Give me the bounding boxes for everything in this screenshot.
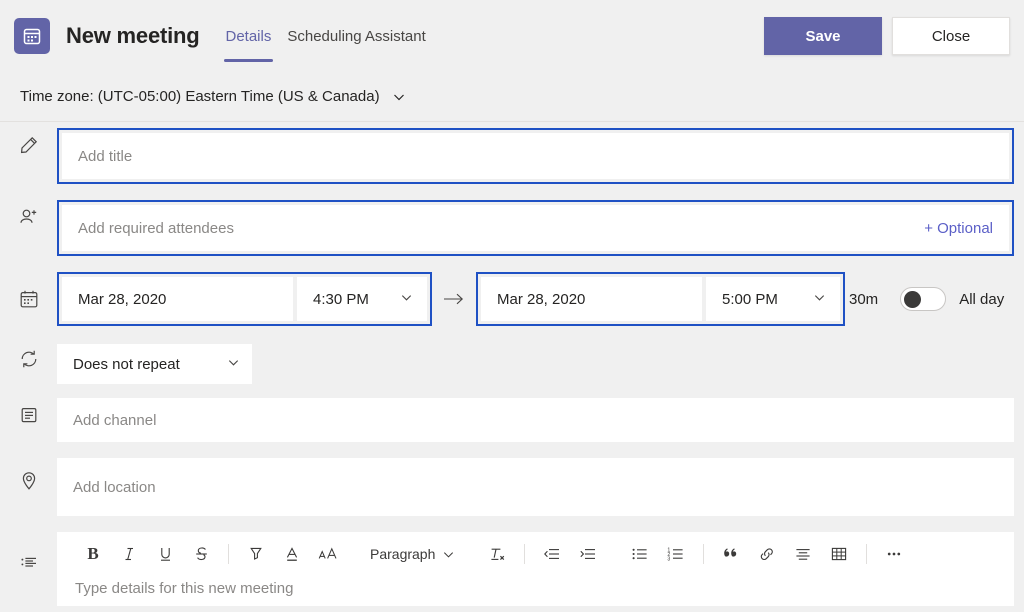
repeat-row: Does not repeat (0, 344, 1024, 384)
all-day-label: All day (959, 290, 1005, 308)
details-textarea[interactable]: Type details for this new meeting (57, 576, 1014, 606)
tab-scheduling-assistant-label: Scheduling Assistant (287, 27, 426, 45)
repeat-dropdown[interactable]: Does not repeat (57, 344, 252, 384)
details-list-icon (0, 532, 57, 574)
repeat-field-wrap: Does not repeat (57, 344, 1024, 384)
toolbar-divider (866, 544, 868, 564)
pencil-icon (0, 128, 57, 156)
channel-icon (0, 398, 57, 426)
calendar-icon (0, 288, 57, 310)
highlight-icon[interactable] (238, 538, 274, 570)
increase-indent-icon[interactable] (570, 538, 606, 570)
toolbar-divider (228, 544, 229, 564)
toolbar-divider (703, 544, 705, 564)
attendees-row: Add required attendees + Optional (0, 200, 1024, 256)
toggle-knob (904, 290, 922, 308)
title-focus-ring: Add title (57, 128, 1014, 184)
end-time-dropdown[interactable]: 5:00 PM (706, 277, 840, 321)
font-size-icon[interactable] (310, 538, 346, 570)
font-color-icon[interactable] (274, 538, 310, 570)
start-time-dropdown[interactable]: 4:30 PM (297, 277, 427, 321)
decrease-indent-icon[interactable] (534, 538, 570, 570)
more-options-icon[interactable] (876, 538, 912, 570)
new-meeting-window: New meeting Details Scheduling Assistant… (0, 0, 1024, 612)
chevron-down-icon (227, 356, 240, 373)
close-button[interactable]: Close (892, 17, 1010, 55)
formatting-toolbar: B Paragraph 1 2 3 (57, 532, 1014, 576)
quote-icon[interactable] (713, 538, 749, 570)
location-field-wrap: Add location (57, 458, 1024, 516)
tab-bar: Details Scheduling Assistant (218, 0, 434, 72)
details-row: B Paragraph 1 2 3 Type details for this … (0, 532, 1024, 606)
clear-formatting-icon[interactable] (479, 538, 515, 570)
title-placeholder: Add title (78, 147, 133, 165)
attendees-focus-ring: Add required attendees + Optional (57, 200, 1014, 256)
location-placeholder: Add location (73, 478, 156, 496)
channel-input[interactable]: Add channel (57, 398, 1014, 442)
page-title: New meeting (66, 23, 200, 48)
location-input[interactable]: Add location (57, 458, 1014, 516)
end-date-input[interactable]: Mar 28, 2020 (481, 277, 702, 321)
start-date-input[interactable]: Mar 28, 2020 (62, 277, 293, 321)
location-pin-icon (0, 458, 57, 492)
window-header: New meeting Details Scheduling Assistant… (0, 0, 1024, 72)
bulleted-list-icon[interactable] (622, 538, 658, 570)
attendees-placeholder: Add required attendees (78, 219, 234, 237)
link-icon[interactable] (749, 538, 785, 570)
duration-label: 30m (849, 290, 879, 308)
italic-icon[interactable] (111, 538, 147, 570)
tab-details[interactable]: Details (218, 0, 280, 72)
bold-icon[interactable]: B (75, 538, 111, 570)
svg-text:3: 3 (668, 556, 671, 562)
channel-row: Add channel (0, 398, 1024, 442)
all-day-toggle[interactable] (900, 287, 947, 311)
meeting-form: Add title Add required attendees + Optio… (0, 128, 1024, 606)
channel-placeholder: Add channel (73, 411, 157, 429)
table-icon[interactable] (821, 538, 857, 570)
start-datetime-group: Mar 28, 2020 4:30 PM (57, 272, 432, 326)
title-row: Add title (0, 128, 1024, 184)
start-time-value: 4:30 PM (313, 290, 369, 308)
rich-text-editor: B Paragraph 1 2 3 Type details for this … (57, 532, 1014, 606)
repeat-value: Does not repeat (73, 355, 180, 373)
end-time-value: 5:00 PM (722, 290, 778, 308)
title-input[interactable]: Add title (62, 133, 1009, 179)
tab-scheduling-assistant[interactable]: Scheduling Assistant (279, 0, 433, 72)
location-row: Add location (0, 458, 1024, 516)
paragraph-style-dropdown[interactable]: Paragraph (362, 538, 463, 570)
strikethrough-icon[interactable] (183, 538, 219, 570)
attendees-field-wrap: Add required attendees + Optional (57, 200, 1024, 256)
paragraph-label: Paragraph (370, 546, 436, 562)
attendees-input[interactable]: Add required attendees + Optional (62, 205, 1009, 251)
tab-details-label: Details (225, 27, 272, 45)
save-button[interactable]: Save (764, 17, 882, 55)
all-day-toggle-wrap: All day (900, 287, 1004, 311)
end-datetime-group: Mar 28, 2020 5:00 PM (476, 272, 845, 326)
toolbar-divider (524, 544, 526, 564)
timezone-label: Time zone: (UTC-05:00) Eastern Time (US … (20, 88, 380, 105)
numbered-list-icon[interactable]: 1 2 3 (658, 538, 694, 570)
bold-label: B (87, 544, 99, 563)
underline-icon[interactable] (147, 538, 183, 570)
chevron-down-icon[interactable] (392, 90, 406, 104)
title-field-wrap: Add title (57, 128, 1024, 184)
arrow-right-icon (432, 292, 476, 306)
add-optional-attendees-link[interactable]: + Optional (924, 220, 993, 237)
chevron-down-icon (400, 291, 413, 308)
datetime-controls: Mar 28, 2020 4:30 PM Mar 28, 2020 5:00 P… (57, 272, 1024, 326)
details-field-wrap: B Paragraph 1 2 3 Type details for this … (57, 532, 1024, 606)
add-person-icon (0, 200, 57, 228)
align-icon[interactable] (785, 538, 821, 570)
timezone-bar[interactable]: Time zone: (UTC-05:00) Eastern Time (US … (0, 72, 1024, 122)
details-placeholder: Type details for this new meeting (75, 580, 294, 597)
calendar-app-icon (14, 18, 50, 54)
chevron-down-icon (813, 291, 826, 308)
datetime-row: Mar 28, 2020 4:30 PM Mar 28, 2020 5:00 P… (0, 272, 1024, 326)
repeat-icon (0, 344, 57, 370)
channel-field-wrap: Add channel (57, 398, 1024, 442)
